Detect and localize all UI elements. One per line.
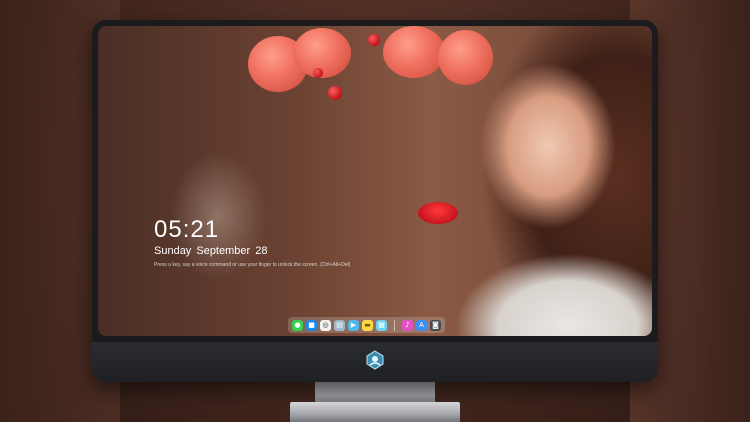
wallpaper-lips [418, 202, 458, 224]
monitor-stand-base [290, 402, 460, 422]
notes-icon[interactable]: ▬ [362, 319, 373, 331]
music-icon[interactable]: ♪ [402, 319, 413, 331]
camera-icon[interactable]: ◙ [430, 319, 441, 331]
unlock-hint: Press a key, say a voice command or use … [154, 262, 351, 268]
app-store-icon[interactable]: A [416, 319, 427, 331]
wallpaper-berry [368, 34, 380, 46]
wallpaper-flower [438, 30, 493, 85]
finder-icon[interactable]: ■ [306, 319, 317, 331]
safari-icon[interactable]: ◎ [320, 319, 331, 331]
photos-icon[interactable]: ▦ [376, 319, 387, 331]
dock: ● ■ ◎ ▤ ▶ ▬ ▦ ♪ A ◙ [288, 317, 445, 333]
monitor-stand-neck [315, 382, 435, 404]
wallpaper-berry [328, 86, 342, 100]
lock-screen[interactable]: 05:21 Sunday September 28 Press a key, s… [98, 26, 652, 336]
monitor-chin [92, 342, 658, 382]
messages-icon[interactable]: ● [292, 319, 303, 331]
dock-separator [394, 319, 395, 331]
lock-date: Sunday September 28 [154, 245, 268, 257]
wallpaper-flower [383, 26, 445, 78]
monitor: 05:21 Sunday September 28 Press a key, s… [92, 20, 658, 382]
wallpaper-berry [313, 68, 323, 78]
movie-icon[interactable]: ▶ [348, 319, 359, 331]
lock-clock: 05:21 [154, 216, 220, 243]
preview-icon[interactable]: ▤ [334, 319, 345, 331]
brand-logo-icon [366, 350, 384, 370]
